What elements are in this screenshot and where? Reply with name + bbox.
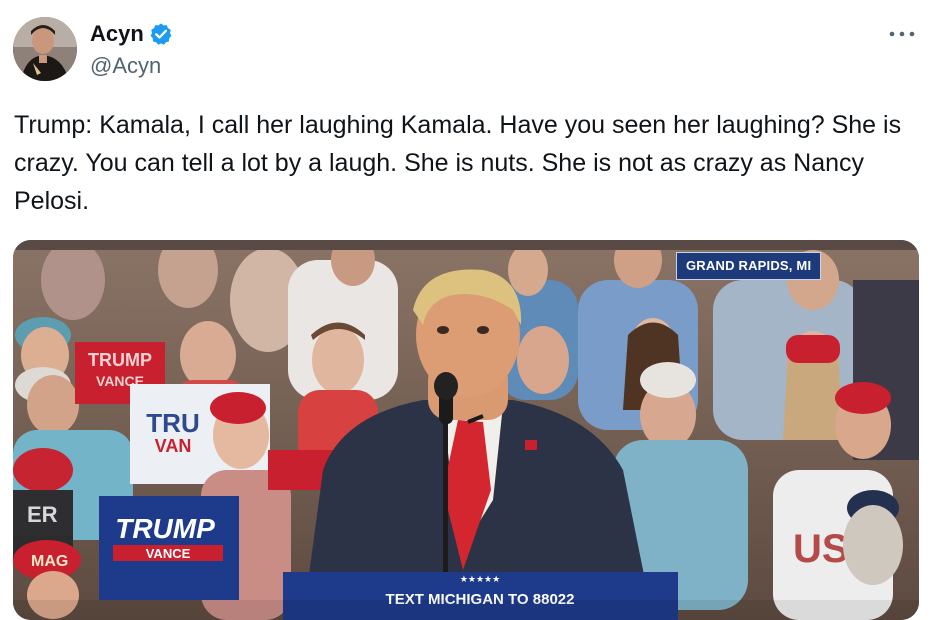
sign-trump-text: TRUMP	[88, 350, 152, 370]
author-name[interactable]: Acyn	[90, 20, 144, 48]
sign-blue-vance-text: VANCE	[146, 546, 191, 561]
podium-stars: ★★★★★	[460, 574, 500, 584]
sign-blue-trump-text: TRUMP	[115, 513, 215, 544]
sign-tru-text: TRU	[146, 408, 199, 438]
verified-badge-icon	[149, 22, 173, 46]
location-badge: GRAND RAPIDS, MI	[676, 252, 822, 280]
rally-scene-image: TRUMP VANCE TRU VAN TRUMP VANCE ER MAG U…	[13, 240, 919, 620]
avatar-photo-icon	[13, 17, 77, 81]
maga-hat-text: MAG	[31, 553, 68, 570]
author-name-row[interactable]: Acyn	[90, 20, 173, 48]
more-horizontal-icon	[889, 31, 915, 37]
author-avatar[interactable]	[13, 17, 77, 81]
more-options-button[interactable]	[886, 22, 918, 46]
sign-van-text: VAN	[155, 436, 192, 456]
author-handle[interactable]: @Acyn	[90, 52, 161, 80]
tweet-text: Trump: Kamala, I call her laughing Kamal…	[14, 111, 902, 215]
tweet-video-media[interactable]: TRUMP VANCE TRU VAN TRUMP VANCE ER MAG U…	[13, 240, 919, 620]
tweet-card: Acyn @Acyn Trump: Kamala, I call her lau…	[0, 0, 932, 620]
sign-er-text: ER	[27, 502, 58, 527]
